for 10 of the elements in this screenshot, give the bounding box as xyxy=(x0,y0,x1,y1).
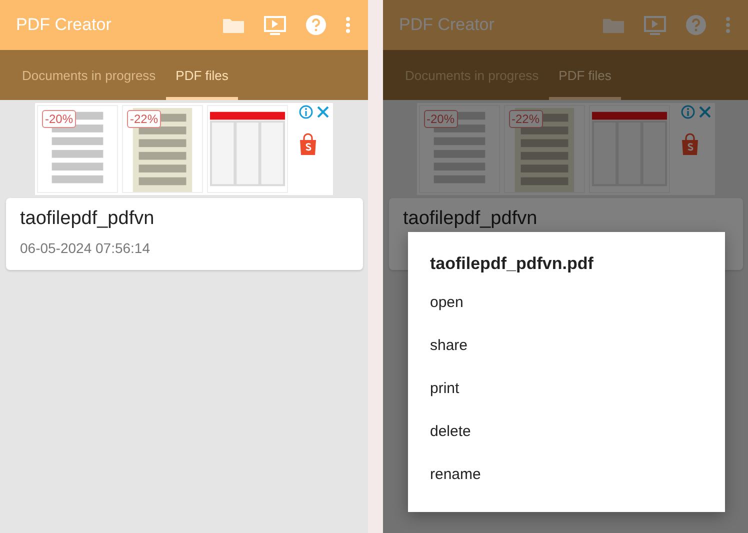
file-name: taofilepdf_pdfvn xyxy=(20,208,156,230)
file-date: 06-05-2024 07:56:14 xyxy=(20,240,151,256)
discount-badge: -22% xyxy=(508,110,543,128)
discount-badge: -22% xyxy=(127,110,162,128)
file-name: taofilepdf_pdfvn xyxy=(403,208,538,230)
discount-badge: -20% xyxy=(424,110,458,128)
app-title: PDF Creator xyxy=(399,15,496,35)
app-title: PDF Creator xyxy=(16,15,112,35)
discount-badge: -20% xyxy=(42,110,76,128)
dialog-title: taofilepdf_pdfvn.pdf xyxy=(430,254,594,274)
